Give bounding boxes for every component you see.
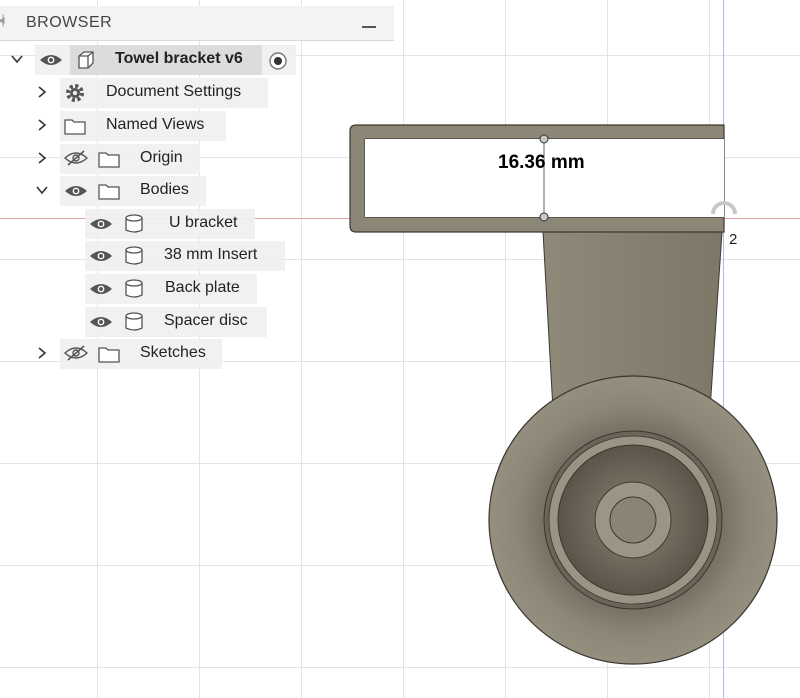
browser-item-named-views[interactable]: Named Views (0, 111, 394, 141)
folder-icon (98, 152, 120, 168)
body-icon (125, 312, 143, 331)
item-label[interactable]: Sketches (140, 344, 206, 362)
browser-item-bodies[interactable]: Bodies (0, 176, 394, 206)
body-icon (125, 214, 143, 233)
minimize-icon[interactable] (362, 26, 376, 28)
chevron-right-icon[interactable] (35, 151, 49, 165)
eye-icon[interactable] (64, 184, 88, 198)
dimension-value[interactable]: 16.36 mm (498, 152, 585, 174)
item-label[interactable]: Bodies (140, 181, 189, 199)
body-label[interactable]: Back plate (165, 279, 240, 297)
gear-icon (66, 84, 84, 102)
body-label[interactable]: Spacer disc (164, 312, 248, 330)
root-label[interactable]: Towel bracket v6 (115, 50, 243, 68)
body-label[interactable]: U bracket (169, 214, 237, 232)
browser-item-origin[interactable]: Origin (0, 144, 394, 174)
eye-icon[interactable] (89, 315, 113, 329)
eye-icon[interactable] (39, 53, 63, 67)
body-icon (125, 246, 143, 265)
browser-root-row[interactable]: Towel bracket v6 (0, 45, 394, 75)
spacer-disc-body (488, 375, 778, 665)
eye-hidden-icon[interactable] (64, 150, 88, 166)
folder-icon (98, 184, 120, 200)
browser-header: ◂| BROWSER (0, 6, 394, 41)
eye-icon[interactable] (89, 249, 113, 263)
browser-title: BROWSER (26, 14, 113, 31)
chevron-right-icon[interactable] (35, 346, 49, 360)
collapse-panel-icon[interactable]: ◂| (0, 12, 5, 28)
axis-label: 2 (729, 231, 738, 248)
component-icon (78, 51, 94, 69)
eye-icon[interactable] (89, 282, 113, 296)
body-icon (125, 279, 143, 298)
browser-item-sketches[interactable]: Sketches (0, 339, 394, 369)
chevron-down-icon[interactable] (10, 52, 24, 66)
chevron-right-icon[interactable] (35, 85, 49, 99)
browser-item-document-settings[interactable]: Document Settings (0, 78, 394, 108)
body-item-spacer-disc[interactable]: Spacer disc (0, 307, 394, 337)
eye-icon[interactable] (89, 217, 113, 231)
folder-icon (64, 119, 86, 135)
body-item-u-bracket[interactable]: U bracket (0, 209, 394, 239)
eye-hidden-icon[interactable] (64, 345, 88, 361)
body-label[interactable]: 38 mm Insert (164, 246, 257, 264)
item-label[interactable]: Document Settings (106, 83, 241, 101)
browser-panel: ◂| BROWSER Towel bracket v6 Document Set… (0, 0, 394, 370)
body-item-38mm-insert[interactable]: 38 mm Insert (0, 241, 394, 271)
dimension-endpoint-top (539, 134, 549, 144)
radio-activate-icon[interactable] (268, 51, 288, 71)
body-item-back-plate[interactable]: Back plate (0, 274, 394, 304)
chevron-down-icon[interactable] (35, 183, 49, 197)
folder-icon (98, 347, 120, 363)
dimension-endpoint-bottom (539, 212, 549, 222)
chevron-right-icon[interactable] (35, 118, 49, 132)
item-label[interactable]: Named Views (106, 116, 204, 134)
item-label[interactable]: Origin (140, 149, 183, 167)
